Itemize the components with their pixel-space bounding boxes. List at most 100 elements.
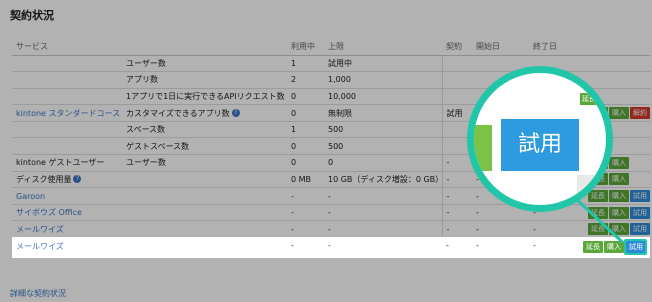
used-cell: 1 <box>287 121 324 139</box>
used-cell: 0 <box>287 154 324 172</box>
used-cell: - <box>287 187 324 205</box>
limit-cell: - <box>324 220 442 239</box>
contract-cell: 試用 <box>441 104 472 122</box>
used-text: 1 <box>291 125 297 135</box>
limit-cell: 1,000 <box>324 71 442 89</box>
item-cell <box>122 171 287 189</box>
zoom-callout: 延長購入 試用 <box>467 66 613 212</box>
limit-cell: - <box>324 204 442 222</box>
buy-button[interactable]: 購入 <box>609 190 629 203</box>
buy-button[interactable]: 購入 <box>609 156 629 169</box>
contract-cell: - <box>441 220 472 239</box>
column-header <box>584 38 650 56</box>
contract-text: - <box>446 208 450 218</box>
limit-text: - <box>328 224 331 234</box>
limit-text: 500 <box>328 141 344 151</box>
service-cell[interactable]: Garoon <box>12 187 122 205</box>
zoom-green-edge <box>474 125 492 171</box>
used-value: - <box>291 241 294 250</box>
start-cell: - <box>472 220 529 239</box>
item-text: スペース数 <box>126 125 166 135</box>
service-cell <box>12 71 122 89</box>
used-cell: 0 <box>287 104 324 122</box>
service-text[interactable]: メールワイズ <box>16 225 64 234</box>
item-text: ゲストスペース数 <box>126 141 190 151</box>
service-text[interactable]: サイボウズ Office <box>16 208 82 217</box>
contract-cell <box>441 71 472 89</box>
used-text: 0 <box>291 108 297 118</box>
help-icon[interactable]: ? <box>231 109 240 118</box>
limit-cell: 10,000 <box>324 88 442 106</box>
column-header: 利用中 <box>287 38 324 56</box>
service-cell[interactable]: サイボウズ Office <box>12 204 122 222</box>
end-text: - <box>533 224 536 234</box>
table-row: メールワイズ - - - - - 延長 購入 試用 <box>12 220 650 239</box>
used-text: 0 <box>291 141 297 151</box>
service-cell[interactable]: kintone スタンダードコース <box>12 104 122 122</box>
buy-button[interactable]: 購入 <box>609 206 629 219</box>
highlighted-row-mailwise: メールワイズ - - - - - 延長 購入 試用 <box>12 237 650 258</box>
contract-text: - <box>446 174 450 184</box>
item-cell: スペース数 <box>122 121 287 139</box>
service-text: kintone ゲストユーザー <box>16 158 105 168</box>
used-cell: - <box>287 204 324 222</box>
limit-text: 1,000 <box>328 75 351 85</box>
limit-cell: 500 <box>324 137 442 156</box>
limit-cell: 500 <box>324 121 442 139</box>
item-text: ユーザー数 <box>126 158 166 168</box>
service-name[interactable]: メールワイズ <box>16 241 64 252</box>
used-text: - <box>291 208 294 218</box>
service-cell[interactable]: メールワイズ <box>12 220 122 239</box>
item-cell: アプリ数 <box>122 71 287 89</box>
limit-value: - <box>328 241 331 250</box>
contract-cell: - <box>441 171 472 189</box>
item-text: ユーザー数 <box>126 58 166 68</box>
contract-text: 試用 <box>446 108 463 118</box>
limit-text: - <box>328 208 331 218</box>
buy-button[interactable]: 購入 <box>609 173 629 186</box>
trial-button[interactable]: 試用 <box>630 190 650 203</box>
highlight-box <box>624 239 647 255</box>
used-cell: 1 <box>287 55 324 73</box>
limit-text: - <box>328 191 331 201</box>
limit-text: 500 <box>328 125 344 135</box>
limit-text: 試用中 <box>328 58 352 68</box>
used-text: 2 <box>291 75 297 85</box>
extend-button[interactable]: 延長 <box>583 241 603 253</box>
trial-button[interactable]: 試用 <box>630 223 650 236</box>
item-text: 1アプリで1日に実行できるAPIリクエスト数 <box>126 91 285 101</box>
used-text: - <box>291 224 294 234</box>
contract-text: - <box>446 224 450 234</box>
column-header: サービス <box>12 38 122 56</box>
contract-text: - <box>446 191 450 201</box>
buy-button[interactable]: 購入 <box>609 107 629 120</box>
limit-cell: 試用中 <box>324 55 442 73</box>
start-text: - <box>476 191 479 201</box>
limit-text: 10 GB（ディスク増設：0 GB） <box>328 174 442 184</box>
service-text[interactable]: Garoon <box>16 192 45 201</box>
item-cell <box>122 220 287 239</box>
column-header: 契約 <box>442 38 472 56</box>
limit-text: 10,000 <box>328 91 356 101</box>
used-text: 0 <box>291 158 297 168</box>
service-text[interactable]: kintone スタンダードコース <box>16 109 120 118</box>
help-icon[interactable]: ? <box>73 175 82 184</box>
limit-cell: - <box>324 187 442 205</box>
column-header: 開始日 <box>472 38 529 56</box>
section-title: 契約状況 <box>10 9 54 22</box>
limit-text: 0 <box>328 158 334 168</box>
trial-button[interactable]: 試用 <box>630 206 650 219</box>
column-header: 終了日 <box>529 38 584 56</box>
item-cell <box>122 187 287 205</box>
used-text: 0 <box>291 91 297 101</box>
column-header <box>122 38 287 56</box>
zoom-trial-button: 試用 <box>501 119 579 171</box>
detailed-contract-status-link[interactable]: 詳細な契約状況 <box>10 288 66 299</box>
contract-cell: - <box>441 204 472 222</box>
limit-cell: 無制限 <box>324 104 442 122</box>
end-date-value: - <box>533 241 536 250</box>
actions-cell <box>584 55 650 73</box>
cancel-button[interactable]: 解約 <box>630 107 650 120</box>
used-cell: 2 <box>287 71 324 89</box>
used-cell: 0 <box>287 137 324 156</box>
